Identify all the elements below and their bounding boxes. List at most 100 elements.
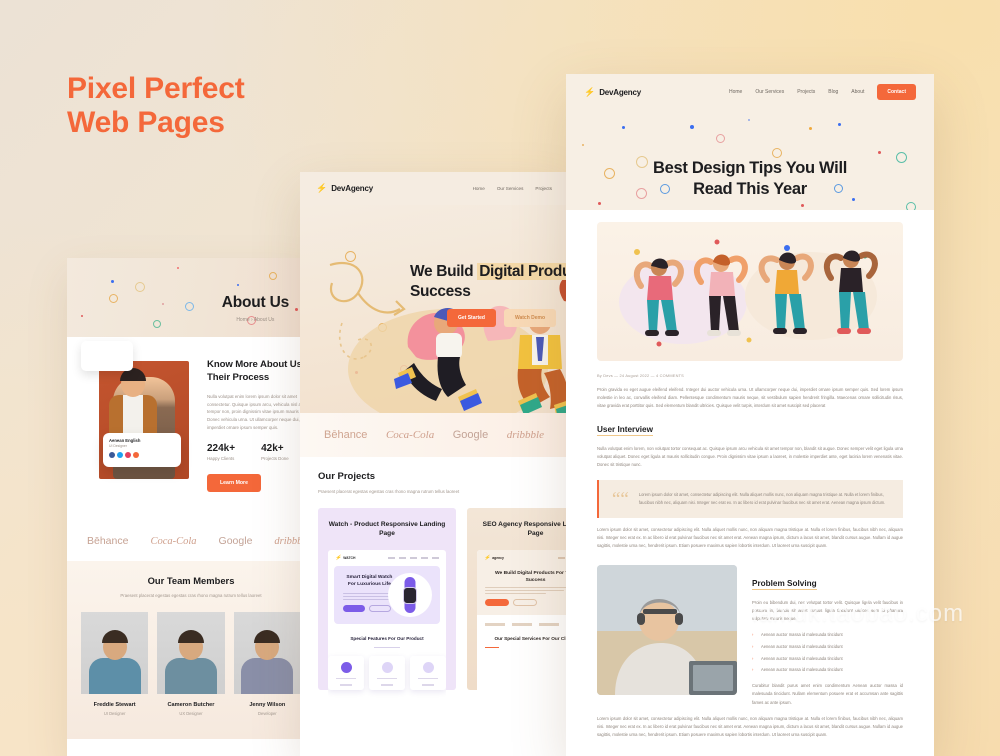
about-hero-text: About Us Home › About Us <box>222 294 289 323</box>
project-card-title: SEO Agency Responsive Landing Page <box>482 520 568 538</box>
stat-item: 224k+ Happy Clients <box>207 443 235 461</box>
interview-body: Nulla volutpat enim lorem, non volutpat … <box>597 445 903 467</box>
learn-more-button[interactable]: Learn More <box>207 474 261 493</box>
nav-links[interactable]: Home Our Services Projects Blog About Co… <box>729 84 916 100</box>
about-copy: Know More About Us & Their Process Nulla… <box>207 359 315 493</box>
nav-item-services[interactable]: Our Services <box>497 186 524 191</box>
brand-cocacola: Coca-Cola <box>385 429 435 441</box>
team-title: Our Team Members <box>147 575 235 586</box>
quote-text: Lorem ipsum dolor sit amet, consectetur … <box>638 492 886 506</box>
blog-navbar[interactable]: ⚡ DevAgency Home Our Services Projects B… <box>566 74 934 110</box>
team-role: UI Designer <box>103 710 126 716</box>
problem-solving-image <box>597 564 737 695</box>
blog-title-line-2: Read This Year <box>693 180 807 199</box>
seo-site-preview: ⚡ agency We Build Digital Products For Yo… <box>477 549 568 698</box>
about-hero: About Us Home › About Us <box>67 258 315 337</box>
project-card-seo[interactable]: SEO Agency Responsive Landing Page ⚡agen… <box>467 507 568 698</box>
blockquote: ““ Lorem ipsum dolor sit amet, consectet… <box>597 480 903 519</box>
team-name: Cameron Butcher <box>167 701 215 708</box>
watch-site-preview: ⚡ WATCH Smart Digital Watch For Luxurious… <box>328 549 446 698</box>
logo[interactable]: ⚡ DevAgency <box>584 87 641 98</box>
problem-tail: Curabitur blandit purus amet enim condim… <box>752 683 903 705</box>
mockup-about-page[interactable]: About Us Home › About Us Aenean English … <box>67 258 315 756</box>
bolt-icon: ⚡ <box>584 86 596 97</box>
preview-hero-title: We Build Digital Products For Your Succe… <box>495 570 568 583</box>
post-meta: By Devs — 24 August 2022 — 4 COMMENTS <box>597 373 684 378</box>
team-grid: Freddie Stewart UI Designer Cameron Butc… <box>67 611 315 716</box>
projects-subtitle: Praesent placerat egestas egestas cras r… <box>318 489 460 494</box>
logo-text: DevAgency <box>331 184 373 193</box>
project-card-watch[interactable]: Watch - Product Responsive Landing Page … <box>318 507 456 698</box>
problem-body: Proin eu bibendum dui, nec volutpat tort… <box>752 599 903 621</box>
list-item: Aenean auctor massa id malesuada tincidu… <box>752 631 903 639</box>
social-icons[interactable] <box>109 452 175 458</box>
brand-cocacola: Coca-Cola <box>150 535 197 547</box>
post-footer-paragraph: Lorem ipsum dolor sit amet, consectetur … <box>597 715 903 738</box>
preview-services: Our Special Services For Our Clients <box>477 634 568 649</box>
preview-hero-title: Smart Digital Watch For Luxurious Life <box>346 574 393 587</box>
preview-features: Special Features For Our Product <box>328 636 446 690</box>
nav-links[interactable]: Home Our Services Projects <box>473 186 552 191</box>
landing-navbar[interactable]: ⚡ DevAgency Home Our Services Projects <box>300 172 568 205</box>
list-item: Aenean auctor massa id malesuada tincidu… <box>752 643 903 651</box>
mockup-blog-post[interactable]: ⚡ DevAgency Home Our Services Projects B… <box>566 74 934 756</box>
mockup-landing-page[interactable]: ⚡ DevAgency Home Our Services Projects W… <box>300 172 568 756</box>
nav-item-projects[interactable]: Projects <box>797 89 815 95</box>
preview-navbar: ⚡ WATCH <box>328 550 446 566</box>
stat-label: Projects Done <box>261 456 289 462</box>
watch-product-image <box>388 572 432 617</box>
about-hero-title: About Us <box>221 294 289 311</box>
page-title-line-2: Web Pages <box>67 106 225 140</box>
stat-item: 42k+ Projects Done <box>261 443 289 461</box>
team-card[interactable]: Cameron Butcher UX Designer <box>157 611 225 716</box>
bolt-icon: ⚡ <box>484 554 491 561</box>
nav-item-home[interactable]: Home <box>473 186 485 191</box>
team-subtitle: Praesent placerat egestas egestas cras r… <box>120 593 262 598</box>
blog-featured-image <box>597 222 903 361</box>
profile-card-name: Aenean English <box>109 438 141 443</box>
team-section: Our Team Members Praesent placerat egest… <box>67 561 315 739</box>
nav-item-projects[interactable]: Projects <box>535 186 552 191</box>
heading-user-interview: User Interview <box>597 424 653 436</box>
preview-hero: We Build Digital Products For Your Succe… <box>477 565 568 616</box>
problem-solving-section: Problem Solving Proin eu bibendum dui, n… <box>597 564 903 707</box>
team-name: Jenny Wilson <box>249 701 286 708</box>
contact-button[interactable]: Contact <box>877 84 916 100</box>
team-name: Freddie Stewart <box>93 701 136 708</box>
nav-item-home[interactable]: Home <box>729 89 742 95</box>
page-title-line-1: Pixel Perfect <box>67 72 245 105</box>
hero-cta-group[interactable]: Get Started Watch Demo <box>447 309 557 327</box>
project-card-title: Watch - Product Responsive Landing Page <box>328 520 446 538</box>
about-brand-logos: Bēhance Coca-Cola Google dribbble <box>67 521 315 561</box>
about-body: Nulla volutpat enim lorem ipsum dolor si… <box>207 393 315 430</box>
brand-behance: Bēhance <box>87 535 129 547</box>
brand-google: Google <box>218 535 253 547</box>
logo[interactable]: ⚡ DevAgency <box>316 183 373 194</box>
team-photo <box>233 611 301 694</box>
team-photo <box>81 611 149 694</box>
brand-google: Google <box>452 429 489 441</box>
about-section: Aenean English UI Designer Know More Abo… <box>67 337 315 521</box>
after-quote-body: Lorem ipsum dolor sit amet, consectetur … <box>597 527 903 549</box>
get-started-button[interactable]: Get Started <box>447 309 496 327</box>
stat-value: 42k+ <box>261 443 284 455</box>
about-title: Know More About Us & Their Process <box>207 359 312 383</box>
landing-hero: We Build Digital Products For Your Succe… <box>300 205 568 413</box>
team-card[interactable]: Jenny Wilson Developer <box>233 611 301 716</box>
nav-item-blog[interactable]: Blog <box>828 89 838 95</box>
stat-value: 224k+ <box>207 443 236 455</box>
list-item: Aenean auctor massa id malesuada tincidu… <box>752 655 903 663</box>
nav-item-about[interactable]: About <box>851 89 864 95</box>
watch-demo-button[interactable]: Watch Demo <box>503 309 557 327</box>
nav-item-services[interactable]: Our Services <box>755 89 784 95</box>
designer-profile-card: Aenean English UI Designer <box>103 433 181 467</box>
brand-behance: Bēhance <box>324 429 368 441</box>
bolt-icon: ⚡ <box>335 554 342 561</box>
heading-problem-solving: Problem Solving <box>752 578 817 590</box>
projects-title: Our Projects <box>318 471 376 482</box>
projects-section: Our Projects Praesent placerat egestas e… <box>300 457 568 698</box>
team-card[interactable]: Freddie Stewart UI Designer <box>81 611 149 716</box>
landing-brand-logos: Bēhance Coca-Cola Google dribbble <box>300 413 568 457</box>
stat-label: Happy Clients <box>207 456 235 462</box>
projects-grid: Watch - Product Responsive Landing Page … <box>318 507 568 698</box>
